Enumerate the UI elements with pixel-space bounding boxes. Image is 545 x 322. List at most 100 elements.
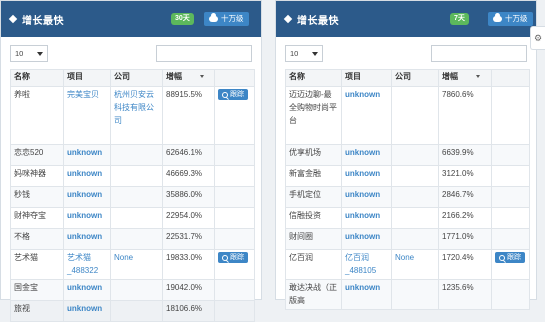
cell-action: 跟踪 <box>214 86 255 145</box>
cell-action <box>491 86 530 145</box>
cell-project[interactable]: unknown <box>63 300 111 322</box>
track-button-label: 跟踪 <box>230 91 244 98</box>
track-button[interactable]: 跟踪 <box>218 89 248 100</box>
cell-name: 养啦 <box>10 86 64 145</box>
sort-desc-icon <box>476 75 480 79</box>
cell-growth: 2166.2% <box>438 207 492 229</box>
cell-name: 新富金融 <box>285 165 342 187</box>
cell-project[interactable]: unknown <box>63 228 111 250</box>
cell-company[interactable]: None <box>391 249 439 280</box>
cell-project[interactable]: unknown <box>341 186 392 208</box>
cell-name: 国金宝 <box>10 279 64 301</box>
cell-name: 艺术猫 <box>10 249 64 280</box>
right-panel: 增长最快 7天 十万级 10 名称 项目 公司 增幅 迈迈边聊-最全购物时尚平台… <box>275 0 537 310</box>
column-header-name[interactable]: 名称 <box>10 69 64 87</box>
diamond-icon <box>8 14 18 24</box>
cell-company <box>110 300 163 322</box>
cell-action <box>214 186 255 208</box>
cell-company <box>391 186 439 208</box>
cell-project[interactable]: unknown <box>341 207 392 229</box>
cell-growth: 19833.0% <box>162 249 215 280</box>
sort-desc-icon <box>200 75 204 79</box>
cell-action <box>214 144 255 166</box>
search-icon <box>499 254 505 261</box>
cell-growth: 88915.5% <box>162 86 215 145</box>
settings-tab[interactable]: ⚙ <box>530 26 545 50</box>
cloud-icon <box>209 13 218 22</box>
cell-name: 不格 <box>10 228 64 250</box>
cell-project[interactable]: unknown <box>63 144 111 166</box>
cell-growth: 35886.0% <box>162 186 215 208</box>
cell-project[interactable]: unknown <box>63 165 111 187</box>
column-header-project[interactable]: 项目 <box>63 69 111 87</box>
cell-action <box>491 144 530 166</box>
panel-header: 增长最快 30天 十万级 <box>1 1 261 37</box>
cell-growth: 3121.0% <box>438 165 492 187</box>
column-header-action <box>491 69 530 87</box>
cell-action: 跟踪 <box>214 249 255 280</box>
cell-project[interactable]: unknown <box>341 228 392 250</box>
cell-growth: 19042.0% <box>162 279 215 301</box>
period-badge: 30天 <box>171 13 194 25</box>
column-header-company[interactable]: 公司 <box>391 69 439 87</box>
column-header-name[interactable]: 名称 <box>285 69 342 87</box>
search-input[interactable] <box>156 45 252 62</box>
track-button-label: 跟踪 <box>230 254 244 261</box>
search-input[interactable] <box>431 45 527 62</box>
cell-project[interactable]: unknown <box>341 279 392 310</box>
cell-name: 手机定位 <box>285 186 342 208</box>
cell-growth: 1720.4% <box>438 249 492 280</box>
cell-name: 财神夺宝 <box>10 207 64 229</box>
cell-company <box>391 279 439 310</box>
cell-action <box>214 279 255 301</box>
cell-name: 迈迈边聊-最全购物时尚平台 <box>285 86 342 145</box>
scale-button[interactable]: 十万级 <box>488 12 533 26</box>
cell-action <box>214 207 255 229</box>
cell-project[interactable]: unknown <box>63 279 111 301</box>
track-button[interactable]: 跟踪 <box>495 252 525 263</box>
cell-company <box>391 86 439 145</box>
track-button-label: 跟踪 <box>507 254 521 261</box>
cell-project[interactable]: unknown <box>63 207 111 229</box>
gear-icon: ⚙ <box>533 32 543 43</box>
cell-company <box>391 207 439 229</box>
cell-action <box>214 165 255 187</box>
cell-project[interactable]: 完美宝贝 <box>63 86 111 145</box>
diamond-icon <box>283 14 293 24</box>
caret-down-icon <box>312 52 318 56</box>
page-size-select[interactable]: 10 <box>285 45 323 62</box>
search-icon <box>222 91 228 98</box>
cell-growth: 2846.7% <box>438 186 492 208</box>
cell-project[interactable]: unknown <box>341 86 392 145</box>
cell-company[interactable]: 杭州贝安云科技有限公司 <box>110 86 163 145</box>
cell-action <box>491 165 530 187</box>
panel-header: 增长最快 7天 十万级 <box>276 1 536 37</box>
cell-action <box>491 279 530 310</box>
growth-table: 名称 项目 公司 增幅 养啦 完美宝贝 杭州贝安云科技有限公司 88915.5%… <box>10 69 255 322</box>
caret-down-icon <box>37 52 43 56</box>
cell-project[interactable]: 艺术猫_488322 <box>63 249 111 280</box>
cell-growth: 22954.0% <box>162 207 215 229</box>
cell-company[interactable]: None <box>110 249 163 280</box>
scale-button[interactable]: 十万级 <box>204 12 249 26</box>
cell-growth: 1771.0% <box>438 228 492 250</box>
cell-company <box>110 228 163 250</box>
column-header-company[interactable]: 公司 <box>110 69 163 87</box>
cell-project[interactable]: unknown <box>341 165 392 187</box>
cell-project[interactable]: 亿百润_488105 <box>341 249 392 280</box>
page-size-value: 10 <box>290 49 299 58</box>
cell-project[interactable]: unknown <box>341 144 392 166</box>
cell-name: 优享机场 <box>285 144 342 166</box>
track-button[interactable]: 跟踪 <box>218 252 248 263</box>
cell-action: 跟踪 <box>491 249 530 280</box>
column-header-project[interactable]: 项目 <box>341 69 392 87</box>
cell-growth: 1235.6% <box>438 279 492 310</box>
growth-table: 名称 项目 公司 增幅 迈迈边聊-最全购物时尚平台 unknown 7860.6… <box>285 69 530 310</box>
page-size-select[interactable]: 10 <box>10 45 48 62</box>
cell-project[interactable]: unknown <box>63 186 111 208</box>
column-header-growth[interactable]: 增幅 <box>162 69 215 87</box>
cell-name: 财间圈 <box>285 228 342 250</box>
cell-growth: 7860.6% <box>438 86 492 145</box>
column-header-growth[interactable]: 增幅 <box>438 69 492 87</box>
scale-button-label: 十万级 <box>221 14 244 23</box>
